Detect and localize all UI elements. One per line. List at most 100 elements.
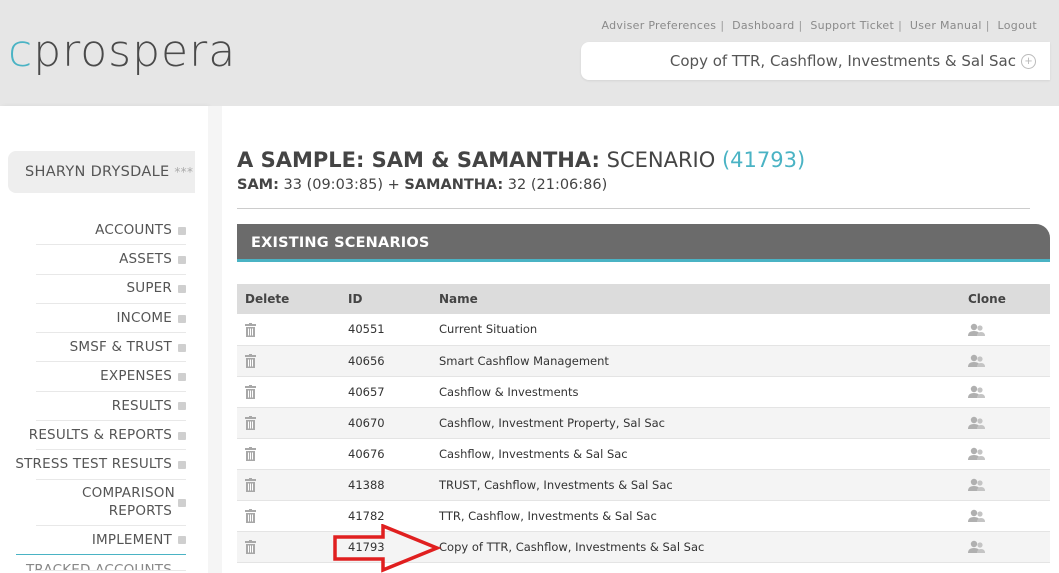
section-header: EXISTING SCENARIOS bbox=[237, 224, 1050, 262]
delete-cell bbox=[237, 376, 340, 408]
nav-item-super[interactable]: SUPER bbox=[0, 275, 208, 305]
sidebar: SHARYN DRYSDALE *** ACCOUNTS ASSETS SUPE… bbox=[0, 106, 208, 573]
sidebar-gutter bbox=[208, 106, 222, 573]
delete-cell bbox=[237, 345, 340, 377]
trash-icon[interactable] bbox=[245, 322, 256, 337]
nav-item-assets[interactable]: ASSETS bbox=[0, 245, 208, 275]
clone-users-icon[interactable] bbox=[968, 447, 986, 461]
scenario-id: (41793) bbox=[721, 148, 806, 172]
scenario-id-cell: 41388 bbox=[340, 469, 435, 501]
scenario-name-cell[interactable]: Cashflow, Investments & Sal Sac bbox=[435, 438, 952, 470]
scenario-id-cell: 40670 bbox=[340, 407, 435, 439]
trash-icon[interactable] bbox=[245, 446, 256, 461]
nav-item-smsf-trust[interactable]: SMSF & TRUST bbox=[0, 333, 208, 363]
scenario-name-cell[interactable]: Current Situation bbox=[435, 314, 952, 346]
scenario-name-cell[interactable]: Cashflow & Investments bbox=[435, 376, 952, 408]
trash-icon[interactable] bbox=[245, 508, 256, 523]
delete-cell bbox=[237, 314, 340, 346]
prospera-logo[interactable]: cprospera bbox=[8, 30, 236, 74]
trash-icon[interactable] bbox=[245, 477, 256, 492]
table-row: 41388 TRUST, Cashflow, Investments & Sal … bbox=[237, 469, 1050, 501]
divider bbox=[237, 208, 1030, 209]
clone-users-icon[interactable] bbox=[968, 323, 986, 337]
current-scenario-selector[interactable]: Copy of TTR, Cashflow, Investments & Sal… bbox=[581, 42, 1050, 80]
square-icon bbox=[178, 285, 186, 294]
nav-item-accounts[interactable]: ACCOUNTS bbox=[0, 216, 208, 246]
table-row: 40551 Current Situation bbox=[237, 314, 1050, 346]
scenario-name-cell[interactable]: TRUST, Cashflow, Investments & Sal Sac bbox=[435, 469, 952, 501]
clone-cell bbox=[952, 345, 1050, 377]
logout-link[interactable]: Logout bbox=[998, 19, 1037, 32]
nav-item-results[interactable]: RESULTS bbox=[0, 392, 208, 422]
square-icon bbox=[178, 373, 186, 382]
scenario-name-cell[interactable]: Cashflow, Investment Property, Sal Sac bbox=[435, 407, 952, 439]
dashboard-link[interactable]: Dashboard bbox=[732, 19, 794, 32]
clone-users-icon[interactable] bbox=[968, 540, 986, 554]
clone-users-icon[interactable] bbox=[968, 509, 986, 523]
nav-item-results-reports[interactable]: RESULTS & REPORTS bbox=[0, 421, 208, 451]
user-stars: *** bbox=[174, 165, 194, 179]
clone-users-icon[interactable] bbox=[968, 416, 986, 430]
table-row: 41782 TTR, Cashflow, Investments & Sal Sa… bbox=[237, 500, 1050, 532]
clone-users-icon[interactable] bbox=[968, 354, 986, 368]
clone-cell bbox=[952, 314, 1050, 346]
clone-cell bbox=[952, 469, 1050, 501]
nav-item-expenses[interactable]: EXPENSES bbox=[0, 362, 208, 393]
scenario-name-cell[interactable]: TTR, Cashflow, Investments & Sal Sac bbox=[435, 500, 952, 532]
scenario-id-cell: 40656 bbox=[340, 345, 435, 377]
scenario-id-cell: 40676 bbox=[340, 438, 435, 470]
section-title: EXISTING SCENARIOS bbox=[251, 235, 430, 251]
client-subtitle: SAM: 33 (09:03:85) + SAMANTHA: 32 (21:06… bbox=[237, 177, 608, 193]
square-icon bbox=[178, 461, 186, 470]
delete-cell bbox=[237, 531, 340, 563]
user-name-box[interactable]: SHARYN DRYSDALE *** bbox=[8, 151, 195, 193]
header: cprospera Adviser Preferences | Dashboard… bbox=[0, 0, 1059, 106]
plus-circle-icon[interactable]: + bbox=[1021, 54, 1036, 69]
nav-item-comparison-reports[interactable]: COMPARISON REPORTS bbox=[0, 480, 208, 526]
trash-icon[interactable] bbox=[245, 415, 256, 430]
scenario-name-cell[interactable]: Copy of TTR, Cashflow, Investments & Sal… bbox=[435, 531, 952, 563]
table-row: 40657 Cashflow & Investments bbox=[237, 376, 1050, 408]
col-id-header: ID bbox=[340, 284, 435, 314]
clone-users-icon[interactable] bbox=[968, 478, 986, 492]
user-name: SHARYN DRYSDALE bbox=[25, 164, 170, 180]
trash-icon[interactable] bbox=[245, 353, 256, 368]
table-row: 41793 Copy of TTR, Cashflow, Investments … bbox=[237, 531, 1050, 563]
clone-users-icon[interactable] bbox=[968, 385, 986, 399]
square-icon bbox=[178, 431, 186, 440]
nav-item-income[interactable]: INCOME bbox=[0, 304, 208, 334]
square-icon bbox=[178, 226, 186, 235]
delete-cell bbox=[237, 438, 340, 470]
clone-cell bbox=[952, 376, 1050, 408]
nav-item-stress-test-results[interactable]: STRESS TEST RESULTS bbox=[0, 450, 208, 480]
square-icon bbox=[178, 255, 186, 264]
nav-item-tracked-accounts[interactable]: TRACKED ACCOUNTS bbox=[0, 555, 208, 571]
scenario-id-cell: 40657 bbox=[340, 376, 435, 408]
user-manual-link[interactable]: User Manual bbox=[910, 19, 982, 32]
sidebar-nav: ACCOUNTS ASSETS SUPER INCOME SMSF & TRUS… bbox=[0, 216, 208, 571]
delete-cell bbox=[237, 469, 340, 501]
square-icon bbox=[178, 314, 186, 323]
current-scenario-label: Copy of TTR, Cashflow, Investments & Sal… bbox=[669, 52, 1016, 70]
scenario-id-cell: 40551 bbox=[340, 314, 435, 346]
scenario-id-cell: 41782 bbox=[340, 500, 435, 532]
col-clone-header: Clone bbox=[952, 284, 1050, 314]
top-links: Adviser Preferences | Dashboard | Support … bbox=[601, 19, 1037, 32]
clone-cell bbox=[952, 531, 1050, 563]
nav-item-implement[interactable]: IMPLEMENT bbox=[0, 526, 208, 556]
adviser-preferences-link[interactable]: Adviser Preferences bbox=[602, 19, 717, 32]
clone-cell bbox=[952, 407, 1050, 439]
square-icon bbox=[178, 402, 186, 411]
support-ticket-link[interactable]: Support Ticket bbox=[810, 19, 894, 32]
clone-cell bbox=[952, 500, 1050, 532]
trash-icon[interactable] bbox=[245, 384, 256, 399]
table-row: 40656 Smart Cashflow Management bbox=[237, 345, 1050, 377]
table-row: 40670 Cashflow, Investment Property, Sal … bbox=[237, 407, 1050, 439]
square-icon bbox=[178, 498, 186, 507]
col-name-header: Name bbox=[435, 284, 952, 314]
trash-icon[interactable] bbox=[245, 539, 256, 554]
delete-cell bbox=[237, 500, 340, 532]
col-delete-header: Delete bbox=[237, 284, 340, 314]
scenario-name-cell[interactable]: Smart Cashflow Management bbox=[435, 345, 952, 377]
scenario-id-cell: 41793 bbox=[340, 531, 435, 563]
